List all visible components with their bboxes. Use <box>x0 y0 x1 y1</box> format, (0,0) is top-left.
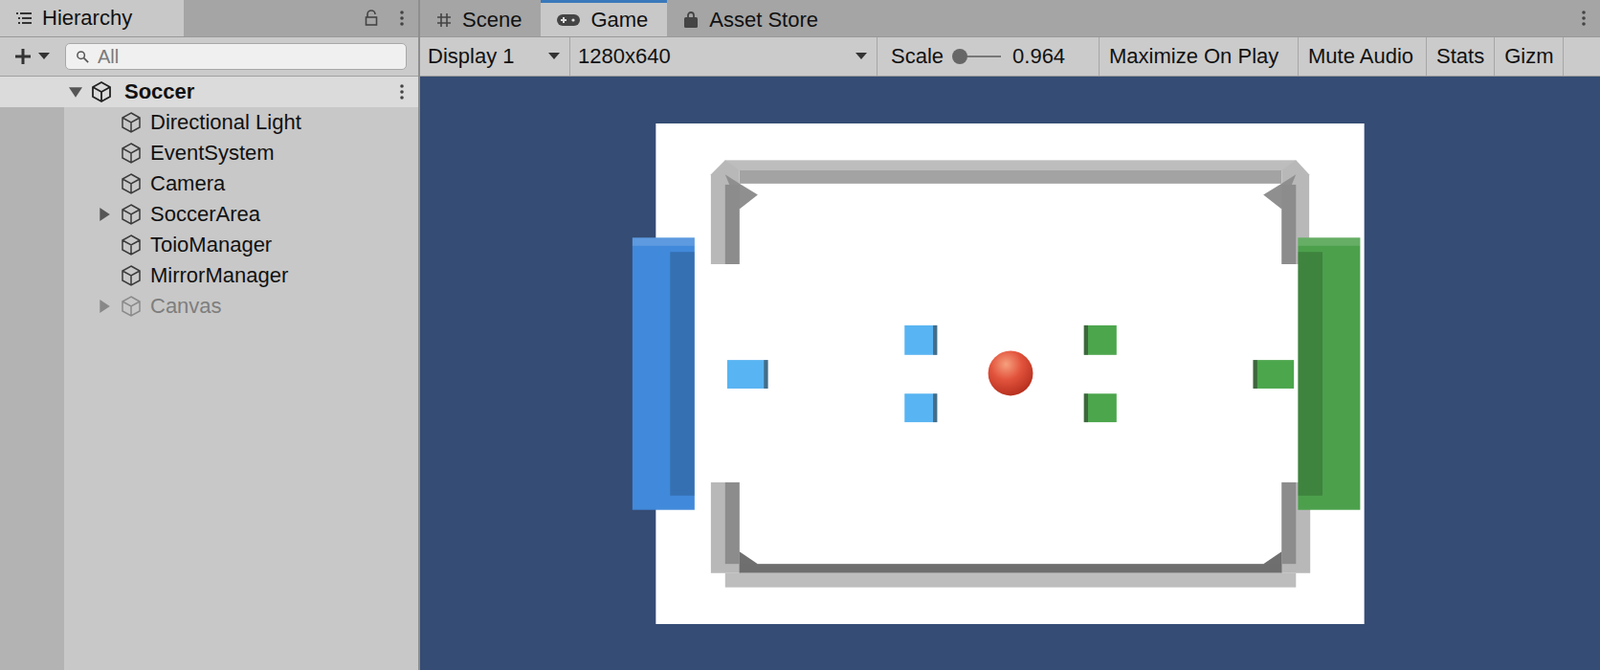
slider-knob[interactable] <box>952 48 968 65</box>
game-toolbar: Display 1 1280x640 Scale 0.964 Maximize On P… <box>420 37 1600 77</box>
unity-logo-icon <box>89 80 113 104</box>
scene-row[interactable]: Soccer <box>0 76 419 108</box>
hierarchy-item-label: Directional Light <box>150 110 302 135</box>
view-tab-label: Scene <box>462 7 522 33</box>
toolbar-toggle[interactable]: Gizm <box>1494 37 1564 76</box>
robot-cube[interactable] <box>1253 359 1295 389</box>
hierarchy-item[interactable]: SoccerArea <box>64 199 419 230</box>
search-field[interactable]: All <box>65 43 407 70</box>
hierarchy-title: Hierarchy <box>42 5 133 31</box>
display-value: Display 1 <box>427 44 514 69</box>
hierarchy-item-label: Canvas <box>150 293 223 319</box>
game-view <box>420 76 1600 670</box>
expand-arrow-icon[interactable] <box>97 299 112 313</box>
robot-cube[interactable] <box>1084 393 1117 423</box>
view-tab-bar: Scene Game Asset Store <box>420 0 1600 38</box>
toolbar-toggle[interactable]: Stats <box>1426 37 1495 76</box>
scene-name: Soccer <box>124 79 195 105</box>
hierarchy-item[interactable]: ToioManager <box>64 229 419 261</box>
scale-control: Scale 0.964 <box>877 37 1100 76</box>
hierarchy-item-label: MirrorManager <box>150 263 289 289</box>
hierarchy-item-label: SoccerArea <box>150 201 261 227</box>
lock-icon[interactable] <box>362 9 380 27</box>
goal <box>1297 237 1360 510</box>
toggle-label: Stats <box>1436 44 1485 69</box>
view-tab-label: Asset Store <box>709 7 819 33</box>
resolution-value: 1280x640 <box>577 44 671 69</box>
dropdown-arrow-icon <box>38 52 50 61</box>
gamepad-icon <box>555 12 581 28</box>
hierarchy-item[interactable]: EventSystem <box>64 137 419 169</box>
expand-arrow-icon[interactable] <box>68 85 83 99</box>
search-placeholder: All <box>97 45 119 68</box>
shopping-bag-icon <box>682 11 700 29</box>
hierarchy-tab[interactable]: Hierarchy <box>0 0 184 37</box>
hierarchy-item-label: EventSystem <box>150 140 275 166</box>
field-ground <box>655 123 1364 624</box>
toolbar-toggle[interactable]: Mute Audio <box>1298 37 1427 76</box>
resolution-dropdown[interactable]: 1280x640 <box>570 37 878 76</box>
plus-icon <box>13 46 33 67</box>
view-tab-label: Game <box>590 7 648 33</box>
toggle-label: Maximize On Play <box>1109 44 1279 69</box>
robot-cube[interactable] <box>727 359 769 389</box>
unity-editor: Hierarchy AllSoccer Directional Light Event… <box>0 0 1600 670</box>
dropdown-arrow-icon <box>548 52 560 61</box>
hierarchy-panel: Hierarchy AllSoccer Directional Light Event… <box>0 0 419 670</box>
goal <box>632 237 695 510</box>
hierarchy-item-label: ToioManager <box>150 232 272 258</box>
robot-cube[interactable] <box>904 324 937 355</box>
search-icon <box>75 49 90 65</box>
expand-arrow-icon[interactable] <box>97 207 112 222</box>
hierarchy-toolbar: All <box>0 37 419 77</box>
hierarchy-item[interactable]: Camera <box>64 168 419 200</box>
view-tab[interactable]: Game <box>540 0 667 37</box>
more-icon[interactable] <box>399 9 405 27</box>
scene-menu-icon[interactable] <box>399 83 405 101</box>
ball[interactable] <box>988 350 1034 396</box>
toolbar-toggle[interactable]: Maximize On Play <box>1099 37 1299 76</box>
more-icon[interactable] <box>1580 9 1587 27</box>
scale-label: Scale <box>890 44 944 69</box>
robot-cube[interactable] <box>1084 324 1117 355</box>
gameobject-cube-icon <box>119 202 143 226</box>
view-tab[interactable]: Asset Store <box>666 0 838 37</box>
gameobject-cube-icon <box>119 294 143 318</box>
gameobject-cube-icon <box>119 233 143 257</box>
toggle-label: Gizm <box>1504 44 1554 69</box>
display-dropdown[interactable]: Display 1 <box>420 37 571 76</box>
gameobject-cube-icon <box>119 141 143 165</box>
robot-cube[interactable] <box>904 393 937 423</box>
field-walls <box>711 159 1311 587</box>
hierarchy-tree: Directional Light EventSystem Camera Soccer… <box>0 107 419 670</box>
toggle-label: Mute Audio <box>1308 44 1414 69</box>
scale-slider[interactable] <box>955 48 1001 65</box>
hierarchy-item-label: Camera <box>150 171 225 197</box>
list-icon <box>15 9 33 27</box>
hierarchy-item[interactable]: MirrorManager <box>64 260 419 291</box>
create-button[interactable] <box>13 46 50 67</box>
gameobject-cube-icon <box>119 264 143 288</box>
hierarchy-tab-bar: Hierarchy <box>0 0 419 38</box>
game-panel: Scene Game Asset Store Display 1 1280x640 Sca… <box>420 0 1600 670</box>
gameobject-cube-icon <box>119 172 143 196</box>
hierarchy-item[interactable]: Canvas <box>64 290 419 322</box>
gameobject-cube-icon <box>119 111 143 134</box>
view-tab[interactable]: Scene <box>420 0 541 37</box>
scale-value: 0.964 <box>1012 44 1066 69</box>
hierarchy-item[interactable]: Directional Light <box>64 107 419 138</box>
dropdown-arrow-icon <box>855 52 867 61</box>
soccer-field <box>624 123 1396 624</box>
grid-icon <box>435 11 453 29</box>
